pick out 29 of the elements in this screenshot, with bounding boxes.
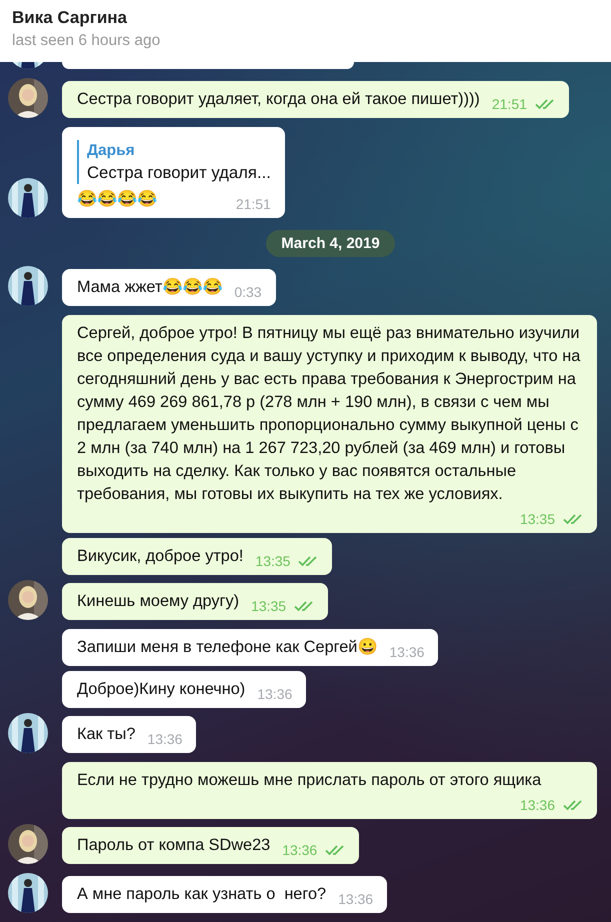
message-time: 13:36 <box>389 643 424 662</box>
reply-author: Дарья <box>87 141 136 161</box>
message-time: 21:51 <box>236 195 271 214</box>
message-text: Викусик, доброе утро! <box>77 546 244 567</box>
message-time: 13:35 <box>251 597 286 616</box>
message-time: 13:36 <box>282 841 318 860</box>
message-time: 13:36 <box>257 685 292 704</box>
message-time: 0:33 <box>234 283 262 302</box>
message-text: А мне пароль как узнать о него? <box>77 884 326 905</box>
message-time: 13:36 <box>147 730 182 749</box>
reply-text: Сестра говорит удаля... <box>87 162 271 184</box>
message-text: Как ты? <box>77 724 136 745</box>
message-text: Сергей, доброе утро! В пятницу мы ещё раз внимательно изучили все определения суда и вашу уступку и приходим к выводу, что на сегодняшний день у вас есть права требования к Энергострим на сумму 469 269 861,78 р (278 млн + 190 млн), в связи с чем мы предлагаем уменьшить пропорционально сумму выкупной цены с 2 млн (за 740 млн) на 1 267 723,20 рублей (за 469 млн) и готовы выходить на сделку. Как только у вас появятся остальные требования, мы готовы их выкупить на тех же условиях. <box>77 323 582 505</box>
message-text: Сестра говорит удаляет, когда она ей такое пишет)))) <box>77 89 480 110</box>
contact-name: Вика Саргина <box>12 7 127 29</box>
message-text: Если не трудно можешь мне прислать пароль от этого ящика <box>77 770 542 791</box>
message-text: Запиши меня в телефоне как Сергей😀 <box>77 637 378 658</box>
message-text: Кинешь моему другу) <box>77 591 240 612</box>
last-seen-status: last seen 6 hours ago <box>12 31 160 51</box>
message-time: 13:35 <box>520 510 555 529</box>
message-time: 21:51 <box>492 95 527 114</box>
message-text: Пароль от компа SDwe23 <box>77 835 270 856</box>
message-text: Мама жжет😂😂😂 <box>77 277 222 298</box>
message-text: Доброе)Кину конечно) <box>77 679 246 700</box>
date-badge: March 4, 2019 <box>266 230 395 257</box>
message-time: 13:36 <box>520 796 555 815</box>
message-text: 😂😂😂😂 <box>77 189 158 210</box>
message-time: 13:35 <box>255 552 290 571</box>
message-time: 13:36 <box>338 890 374 909</box>
